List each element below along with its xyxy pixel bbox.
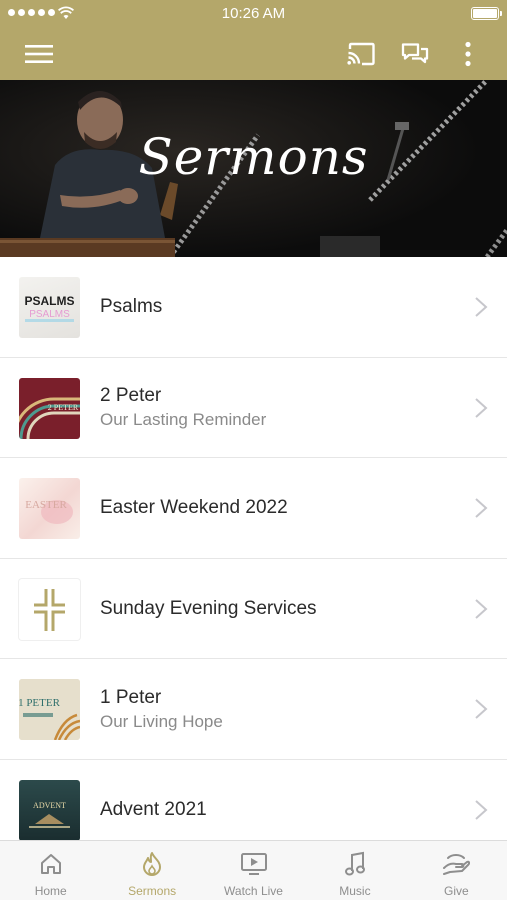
series-thumbnail-text: PSALMS — [29, 309, 70, 320]
series-subtitle: Our Living Hope — [100, 711, 223, 731]
series-thumbnail: PSALMS PSALMS — [19, 277, 80, 338]
series-thumbnail-text: PSALMS — [24, 294, 74, 308]
tab-label: Home — [34, 884, 67, 898]
chevron-right-icon — [475, 297, 488, 317]
chevron-right-icon — [475, 598, 488, 619]
menu-icon[interactable] — [21, 36, 57, 72]
tab-label: Music — [339, 884, 371, 898]
tab-label: Watch Live — [224, 884, 283, 898]
series-title: Sunday Evening Services — [100, 597, 317, 619]
status-time: 10:26 AM — [221, 5, 286, 22]
series-thumbnail: 2 PETER — [19, 377, 80, 439]
series-thumbnail-text: EASTER — [25, 499, 67, 511]
sermons-hero-banner: Sermons — [0, 80, 507, 257]
series-title: Advent 2021 — [100, 798, 207, 820]
sermon-series-list: PSALMS PSALMS Psalms 2 PETER 2 Peter Our… — [0, 257, 507, 840]
flame-icon — [137, 850, 167, 878]
tab-music[interactable]: Music — [304, 841, 405, 900]
series-thumbnail-text: ADVENT — [33, 801, 66, 810]
chevron-right-icon — [475, 799, 488, 820]
home-icon — [36, 850, 66, 878]
series-thumbnail — [19, 578, 80, 640]
series-thumbnail: ADVENT — [19, 779, 80, 840]
more-vert-icon[interactable] — [450, 36, 486, 72]
series-thumbnail: 1 PETER — [19, 679, 80, 740]
chevron-right-icon — [475, 699, 488, 719]
hero-title: Sermons — [138, 128, 369, 186]
series-title: 1 Peter — [100, 686, 162, 708]
battery-icon — [471, 7, 502, 20]
list-item-easter-weekend-2022[interactable]: EASTER Easter Weekend 2022 — [0, 458, 507, 559]
list-item-2-peter[interactable]: 2 PETER 2 Peter Our Lasting Reminder — [0, 358, 507, 458]
tab-home[interactable]: Home — [0, 841, 101, 900]
series-thumbnail: EASTER — [19, 478, 80, 539]
chat-icon[interactable] — [397, 36, 433, 72]
tab-label: Give — [443, 884, 469, 898]
series-title: Psalms — [100, 296, 163, 317]
bottom-tab-bar: Home Sermons Watch Live Music Give — [0, 840, 507, 900]
give-hand-icon — [441, 850, 471, 878]
list-item-sunday-evening-services[interactable]: Sunday Evening Services — [0, 559, 507, 659]
list-item-1-peter[interactable]: 1 PETER 1 Peter Our Living Hope — [0, 659, 507, 760]
top-bar: 10:26 AM — [0, 0, 507, 80]
series-title: Easter Weekend 2022 — [100, 497, 288, 518]
series-thumbnail-text: 1 PETER — [19, 697, 61, 709]
chevron-right-icon — [475, 498, 488, 518]
series-subtitle: Our Lasting Reminder — [100, 410, 267, 429]
tab-watch-live[interactable]: Watch Live — [203, 841, 304, 900]
chevron-right-icon — [475, 397, 488, 418]
tab-give[interactable]: Give — [406, 841, 507, 900]
app-bar — [0, 28, 507, 80]
cross-icon — [34, 588, 65, 631]
series-title: 2 Peter — [100, 385, 162, 406]
status-bar: 10:26 AM — [0, 0, 507, 28]
series-thumbnail-text: 2 PETER — [48, 403, 79, 412]
tv-play-icon — [239, 850, 269, 878]
cast-icon[interactable] — [343, 36, 379, 72]
tab-sermons[interactable]: Sermons — [101, 841, 202, 900]
list-item-advent-2021[interactable]: ADVENT Advent 2021 — [0, 760, 507, 840]
list-item-psalms[interactable]: PSALMS PSALMS Psalms — [0, 257, 507, 358]
tab-label: Sermons — [128, 884, 177, 898]
music-note-icon — [340, 850, 370, 878]
